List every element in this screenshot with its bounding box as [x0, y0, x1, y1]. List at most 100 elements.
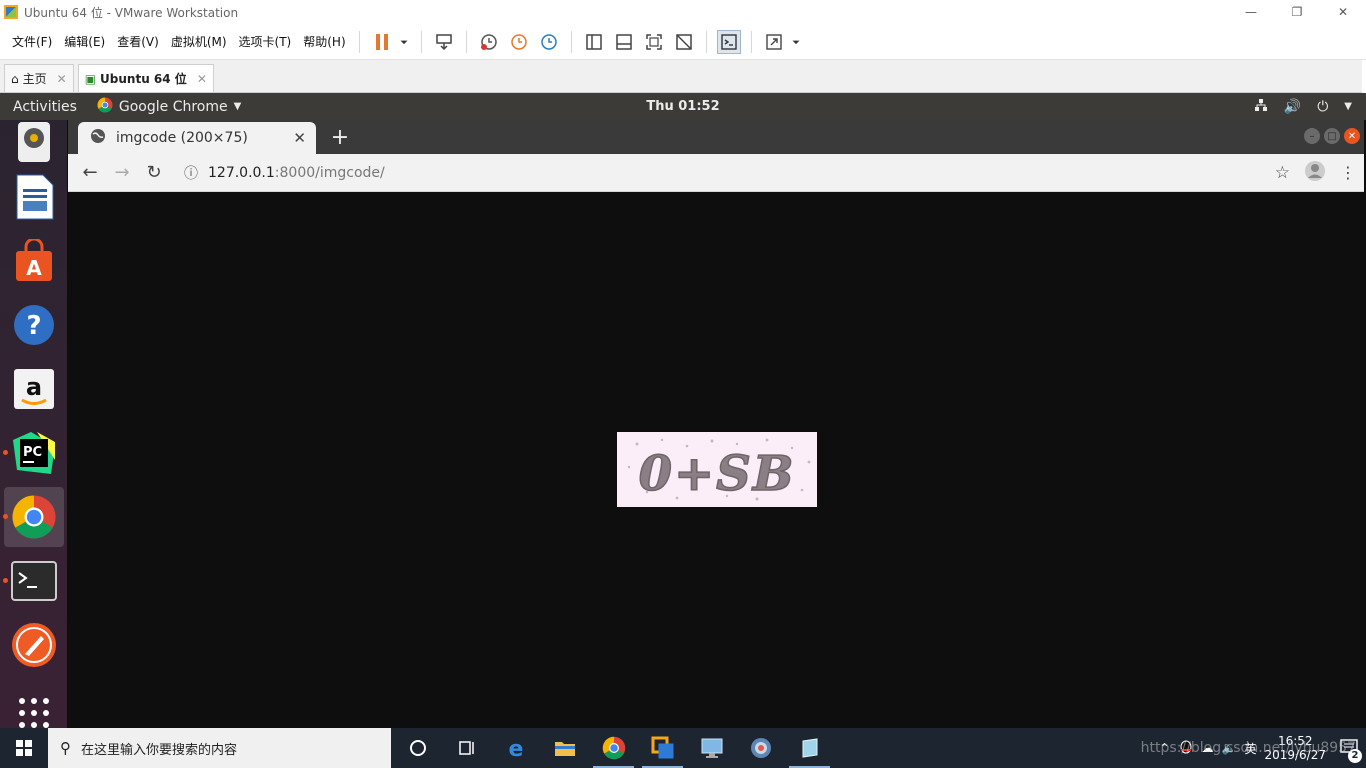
taskbar-notepad-app[interactable] — [785, 728, 834, 768]
menu-tabs[interactable]: 选项卡(T) — [233, 33, 298, 50]
captcha-text: 0+SB — [639, 446, 796, 502]
menu-vm[interactable]: 虚拟机(M) — [165, 33, 233, 50]
chrome-tab[interactable]: imgcode (200×75) ✕ — [78, 122, 316, 154]
globe-icon — [90, 128, 106, 148]
chrome-toolbar: ← → ↻ ⓘ 127.0.0.1:8000/imgcode/ ☆ ⋮ — [68, 154, 1364, 192]
taskbar-network-app[interactable] — [736, 728, 785, 768]
search-icon: ⚲ — [60, 739, 71, 757]
info-icon[interactable]: ⓘ — [184, 163, 198, 183]
dock-show-applications[interactable] — [4, 683, 64, 728]
dock-amazon[interactable]: a — [4, 359, 64, 419]
stretch-guest-icon[interactable] — [762, 30, 786, 54]
power-dropdown-icon[interactable] — [397, 30, 411, 54]
snapshot-icon[interactable] — [477, 30, 501, 54]
folder-icon — [554, 742, 575, 756]
window-title: Ubuntu 64 位 - VMware Workstation — [24, 5, 239, 20]
vmware-tabstrip: ⌂ 主页 ✕ ▣ Ubuntu 64 位 ✕ — [0, 60, 1366, 93]
send-ctrl-alt-del-icon[interactable] — [432, 30, 456, 54]
dock-software-center[interactable]: A — [4, 231, 64, 291]
svg-text:a: a — [26, 373, 42, 401]
menu-help[interactable]: 帮助(H) — [297, 33, 351, 50]
system-menu-chevron-icon[interactable]: ▼ — [1344, 101, 1352, 112]
dock-rhythmbox[interactable] — [4, 112, 64, 172]
taskbar-chrome[interactable] — [589, 728, 638, 768]
taskbar-file-explorer[interactable] — [540, 728, 589, 768]
rhythmbox-icon — [18, 122, 50, 162]
speaker-icon[interactable]: 🔈 — [1222, 741, 1237, 755]
power-icon[interactable]: ⏻ — [1317, 99, 1328, 115]
revert-snapshot-icon[interactable] — [507, 30, 531, 54]
thumbnail-view-icon[interactable] — [612, 30, 636, 54]
close-button[interactable]: ✕ — [1320, 0, 1366, 24]
system-tray: ⌃ ☁ 🔈 英 16:52 2019/6/27 2 — [1159, 728, 1366, 768]
dock-postman[interactable] — [4, 615, 64, 675]
tab-home-close-icon[interactable]: ✕ — [57, 72, 67, 86]
help-icon: ? — [14, 305, 54, 345]
taskbar-search-input[interactable]: ⚲ 在这里输入你要搜索的内容 — [48, 728, 391, 768]
taskbar-remote-desktop[interactable] — [687, 728, 736, 768]
dock-terminal[interactable] — [3, 551, 64, 611]
ime-indicator[interactable]: 英 — [1244, 740, 1256, 757]
network-icon[interactable] — [1254, 98, 1268, 116]
new-tab-button[interactable]: + — [328, 125, 352, 150]
dock-chrome[interactable] — [3, 487, 64, 547]
taskbar-vmware[interactable] — [638, 728, 687, 768]
windows-logo-icon — [16, 740, 32, 756]
vm-running-icon: ▣ — [84, 71, 97, 86]
writer-icon — [16, 174, 54, 220]
app-menu[interactable]: Google Chrome ▼ — [97, 97, 241, 117]
ubuntu-guest-display[interactable]: Activities Google Chrome ▼ Thu 01:52 🔊 ⏻… — [0, 93, 1366, 728]
tab-home[interactable]: ⌂ 主页 ✕ — [4, 64, 74, 92]
stretch-dropdown-icon[interactable] — [789, 30, 803, 54]
vmware-icon — [651, 736, 673, 759]
chrome-close-button[interactable]: ✕ — [1344, 128, 1360, 144]
vmware-menubar: 文件(F) 编辑(E) 查看(V) 虚拟机(M) 选项卡(T) 帮助(H) — [0, 24, 1366, 60]
chevron-down-icon: ▼ — [233, 101, 242, 112]
software-bag-icon: A — [16, 239, 52, 281]
chrome-maximize-button[interactable]: □ — [1324, 128, 1340, 144]
chrome-tabstrip: imgcode (200×75) ✕ + – □ ✕ — [68, 120, 1364, 154]
qq-icon[interactable] — [1178, 739, 1194, 758]
menu-file[interactable]: 文件(F) — [6, 33, 58, 50]
forward-button[interactable]: → — [106, 157, 138, 189]
tab-ubuntu[interactable]: ▣ Ubuntu 64 位 ✕ — [77, 64, 214, 92]
address-bar[interactable]: ⓘ 127.0.0.1:8000/imgcode/ — [178, 163, 385, 183]
captcha-image: 0+SB — [617, 432, 817, 507]
fullscreen-icon[interactable] — [642, 30, 666, 54]
minimize-button[interactable]: — — [1228, 0, 1274, 24]
pause-icon[interactable] — [370, 30, 394, 54]
taskbar-edge[interactable]: e — [491, 728, 540, 768]
action-center-icon[interactable]: 2 — [1340, 738, 1362, 763]
volume-icon[interactable]: 🔊 — [1284, 99, 1301, 115]
tab-ubuntu-close-icon[interactable]: ✕ — [197, 72, 207, 86]
globe-app-icon — [750, 738, 771, 758]
dock-help[interactable]: ? — [4, 295, 64, 355]
monitor-icon — [701, 738, 722, 758]
more-menu-icon[interactable]: ⋮ — [1340, 163, 1356, 182]
chrome-minimize-button[interactable]: – — [1304, 128, 1320, 144]
show-hidden-icons-chevron-icon[interactable]: ⌃ — [1159, 741, 1169, 755]
profile-avatar[interactable] — [1304, 160, 1326, 185]
tab-close-icon[interactable]: ✕ — [293, 129, 306, 147]
svg-text:?: ? — [26, 311, 41, 341]
taskbar-clock[interactable]: 16:52 2019/6/27 — [1264, 734, 1326, 762]
svg-text:e: e — [508, 737, 523, 759]
snapshot-manager-icon[interactable] — [537, 30, 561, 54]
dock-pycharm[interactable]: PC — [3, 423, 64, 483]
back-button[interactable]: ← — [74, 157, 106, 189]
cortana-button[interactable] — [393, 728, 442, 768]
unity-mode-icon[interactable] — [672, 30, 696, 54]
toolbar-separator — [358, 30, 360, 53]
restore-button[interactable]: ❐ — [1274, 0, 1320, 24]
bookmark-star-icon[interactable]: ☆ — [1275, 163, 1290, 183]
dock-libreoffice-writer[interactable] — [4, 167, 64, 227]
task-view-button[interactable] — [442, 728, 491, 768]
start-button[interactable] — [0, 728, 48, 768]
console-view-icon[interactable] — [716, 29, 741, 54]
menu-edit[interactable]: 编辑(E) — [58, 33, 111, 50]
menu-view[interactable]: 查看(V) — [111, 33, 165, 50]
postman-icon — [12, 623, 56, 667]
onedrive-icon[interactable]: ☁ — [1202, 741, 1214, 755]
reload-button[interactable]: ↻ — [138, 157, 170, 189]
library-view-icon[interactable] — [582, 30, 606, 54]
